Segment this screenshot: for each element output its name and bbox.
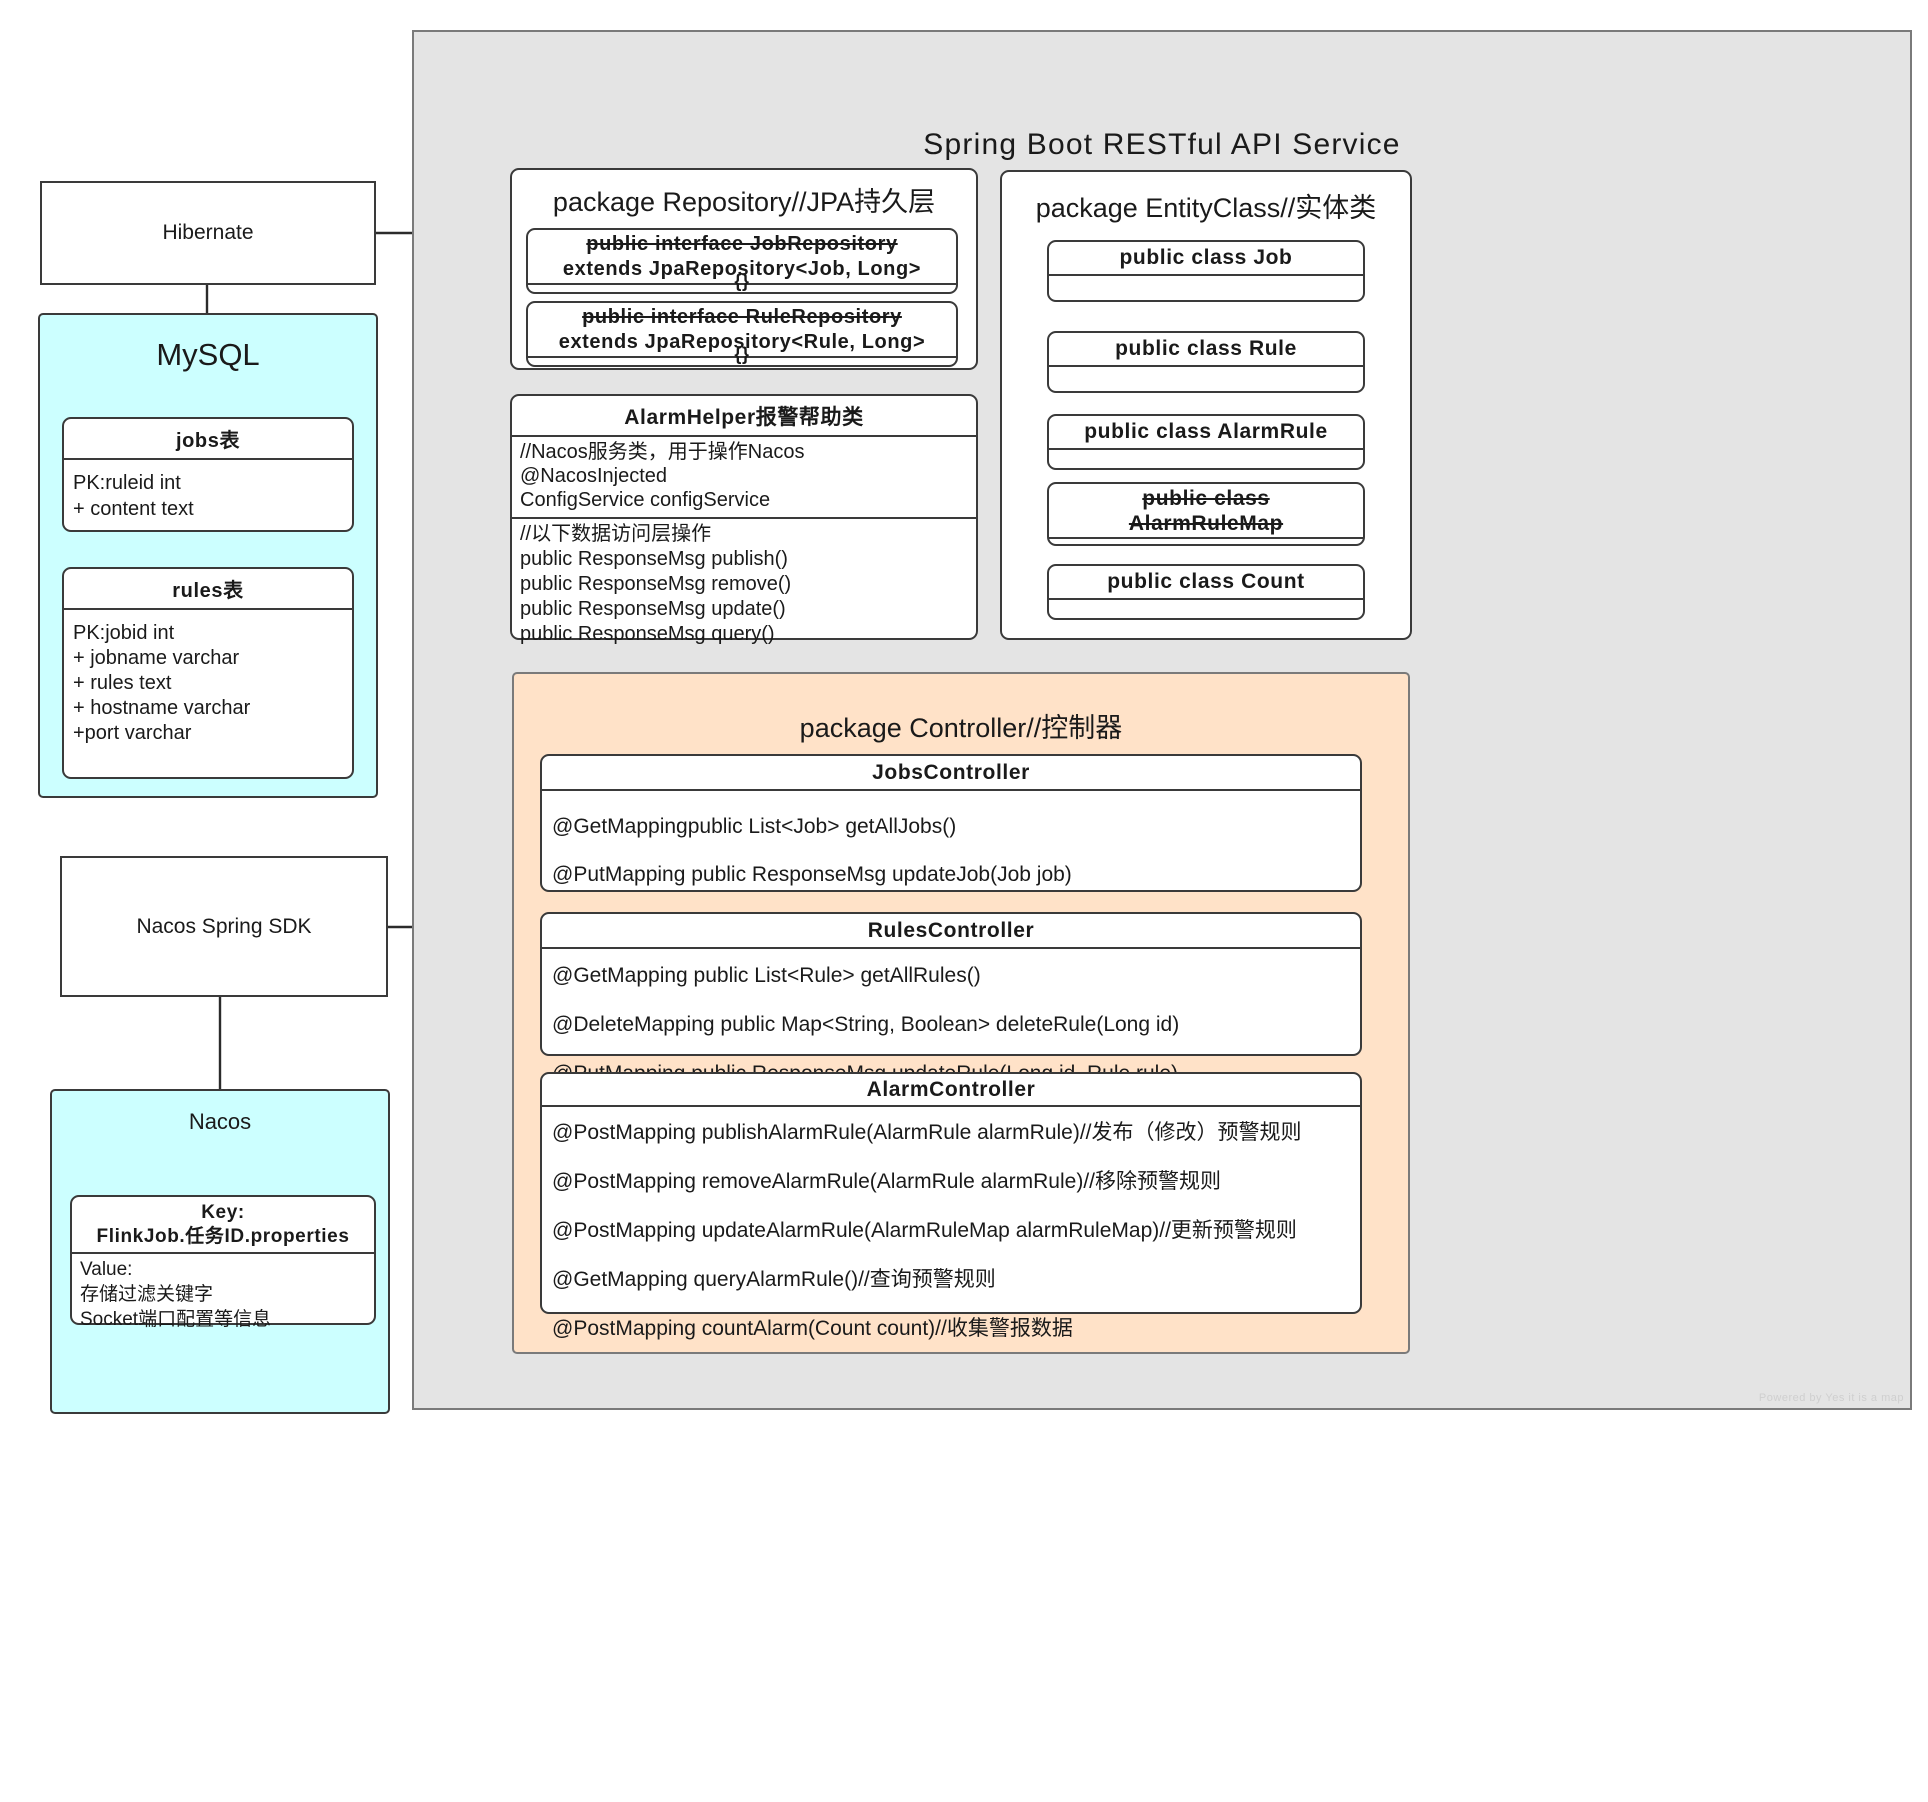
controller-package-title: package Controller//控制器	[514, 706, 1408, 745]
alarm-controller-class: AlarmController @PostMapping publishAlar…	[540, 1072, 1362, 1314]
rule-repository-signature-1: public interface RuleRepository	[530, 305, 954, 330]
watermark: Powered by Yes it is a map	[1759, 1392, 1904, 1404]
rules-table-box: rules表 PK:jobid int + jobname varchar + …	[62, 567, 354, 779]
repository-package: package Repository//JPA持久层 public interf…	[510, 168, 978, 370]
alarm-controller-method: @PostMapping countAlarm(Count count)//收集…	[552, 1304, 1350, 1353]
repository-package-title: package Repository//JPA持久层	[512, 180, 976, 219]
hibernate-box: Hibernate	[40, 181, 376, 285]
nacos-key-value: FlinkJob.任务ID.properties	[74, 1225, 372, 1249]
nacos-key-header: Key: FlinkJob.任务ID.properties	[72, 1197, 374, 1254]
entity-class-count-name: public class Count	[1049, 566, 1363, 600]
job-repository-signature-1: public interface JobRepository	[530, 232, 954, 257]
alarm-helper-attribute: //Nacos服务类，用于操作Nacos	[520, 440, 968, 464]
jobs-table-box: jobs表 PK:ruleid int + content text	[62, 417, 354, 532]
rules-controller-method: @DeleteMapping public Map<String, Boolea…	[552, 1000, 1350, 1049]
mysql-box: MySQL jobs表 PK:ruleid int + content text…	[38, 313, 378, 798]
rules-controller-method: @GetMapping public List<Rule> getAllRule…	[552, 951, 1350, 1000]
jobs-table-title: jobs表	[64, 419, 352, 460]
rules-field: PK:jobid int	[73, 621, 343, 646]
alarm-helper-attribute: @NacosInjected	[520, 464, 968, 488]
jobs-field: PK:ruleid int	[73, 470, 343, 496]
jobs-controller-method: @PutMapping public ResponseMsg updateJob…	[552, 851, 1350, 899]
alarm-helper-operation: public ResponseMsg publish()	[520, 547, 968, 572]
entityclass-package-title: package EntityClass//实体类	[1002, 186, 1410, 225]
alarm-controller-title: AlarmController	[542, 1074, 1360, 1107]
rules-field: +port varchar	[73, 721, 343, 746]
alarm-helper-operation: //以下数据访问层操作	[520, 522, 968, 547]
entity-class-rule-name: public class Rule	[1049, 333, 1363, 367]
alarm-helper-class: AlarmHelper报警帮助类 //Nacos服务类，用于操作Nacos @N…	[510, 394, 978, 640]
entity-class-count: public class Count	[1047, 564, 1365, 620]
entity-class-job-name: public class Job	[1049, 242, 1363, 276]
nacos-value-line: Value:	[80, 1257, 366, 1282]
rules-table-title: rules表	[64, 569, 352, 610]
nacos-config-entry-box: Key: FlinkJob.任务ID.properties Value: 存储过…	[70, 1195, 376, 1325]
alarm-controller-method: @PostMapping removeAlarmRule(AlarmRule a…	[552, 1157, 1350, 1206]
job-repository-class: public interface JobRepository extends J…	[526, 228, 958, 294]
rules-controller-title: RulesController	[542, 914, 1360, 949]
jobs-field: + content text	[73, 496, 343, 522]
entity-class-alarmrulemap-name2: AlarmRuleMap	[1049, 511, 1363, 536]
jobs-controller-method: @GetMappingpublic List<Job> getAllJobs()	[552, 803, 1350, 851]
entity-class-alarmrule-name: public class AlarmRule	[1049, 416, 1363, 450]
hibernate-label: Hibernate	[162, 221, 253, 245]
rules-field: + hostname varchar	[73, 696, 343, 721]
entity-class-alarmrulemap: public class AlarmRuleMap	[1047, 482, 1365, 546]
alarm-controller-method: @PostMapping updateAlarmRule(AlarmRuleMa…	[552, 1206, 1350, 1255]
entity-class-rule: public class Rule	[1047, 331, 1365, 393]
nacos-value-line: 存储过滤关键字	[80, 1282, 366, 1307]
rule-repository-class: public interface RuleRepository extends …	[526, 301, 958, 367]
nacos-spring-sdk-label: Nacos Spring SDK	[136, 915, 311, 939]
controller-package: package Controller//控制器 JobsController @…	[512, 672, 1410, 1354]
entityclass-package: package EntityClass//实体类 public class Jo…	[1000, 170, 1412, 640]
alarm-helper-attribute: ConfigService configService	[520, 488, 968, 512]
nacos-key-label: Key:	[74, 1201, 372, 1225]
jobs-controller-class: JobsController @GetMappingpublic List<Jo…	[540, 754, 1362, 892]
alarm-helper-operation: public ResponseMsg query()	[520, 622, 968, 647]
rules-field: + jobname varchar	[73, 646, 343, 671]
rules-controller-class: RulesController @GetMapping public List<…	[540, 912, 1362, 1056]
alarm-helper-title: AlarmHelper报警帮助类	[512, 396, 976, 437]
entity-class-alarmrule: public class AlarmRule	[1047, 414, 1365, 470]
alarm-helper-operation: public ResponseMsg update()	[520, 597, 968, 622]
alarm-controller-method: @GetMapping queryAlarmRule()//查询预警规则	[552, 1255, 1350, 1304]
entity-class-alarmrulemap-name: public class	[1049, 486, 1363, 511]
mysql-title: MySQL	[40, 337, 376, 373]
alarm-controller-method: @PostMapping publishAlarmRule(AlarmRule …	[552, 1108, 1350, 1157]
rules-field: + rules text	[73, 671, 343, 696]
nacos-spring-sdk-box: Nacos Spring SDK	[60, 856, 388, 997]
jobs-controller-title: JobsController	[542, 756, 1360, 791]
nacos-value-line: Socket端口配置等信息	[80, 1307, 366, 1332]
spring-boot-service-title: Spring Boot RESTful API Service	[414, 128, 1910, 162]
entity-class-job: public class Job	[1047, 240, 1365, 302]
nacos-box: Nacos Key: FlinkJob.任务ID.properties Valu…	[50, 1089, 390, 1414]
nacos-title: Nacos	[52, 1109, 388, 1135]
alarm-helper-operation: public ResponseMsg remove()	[520, 572, 968, 597]
